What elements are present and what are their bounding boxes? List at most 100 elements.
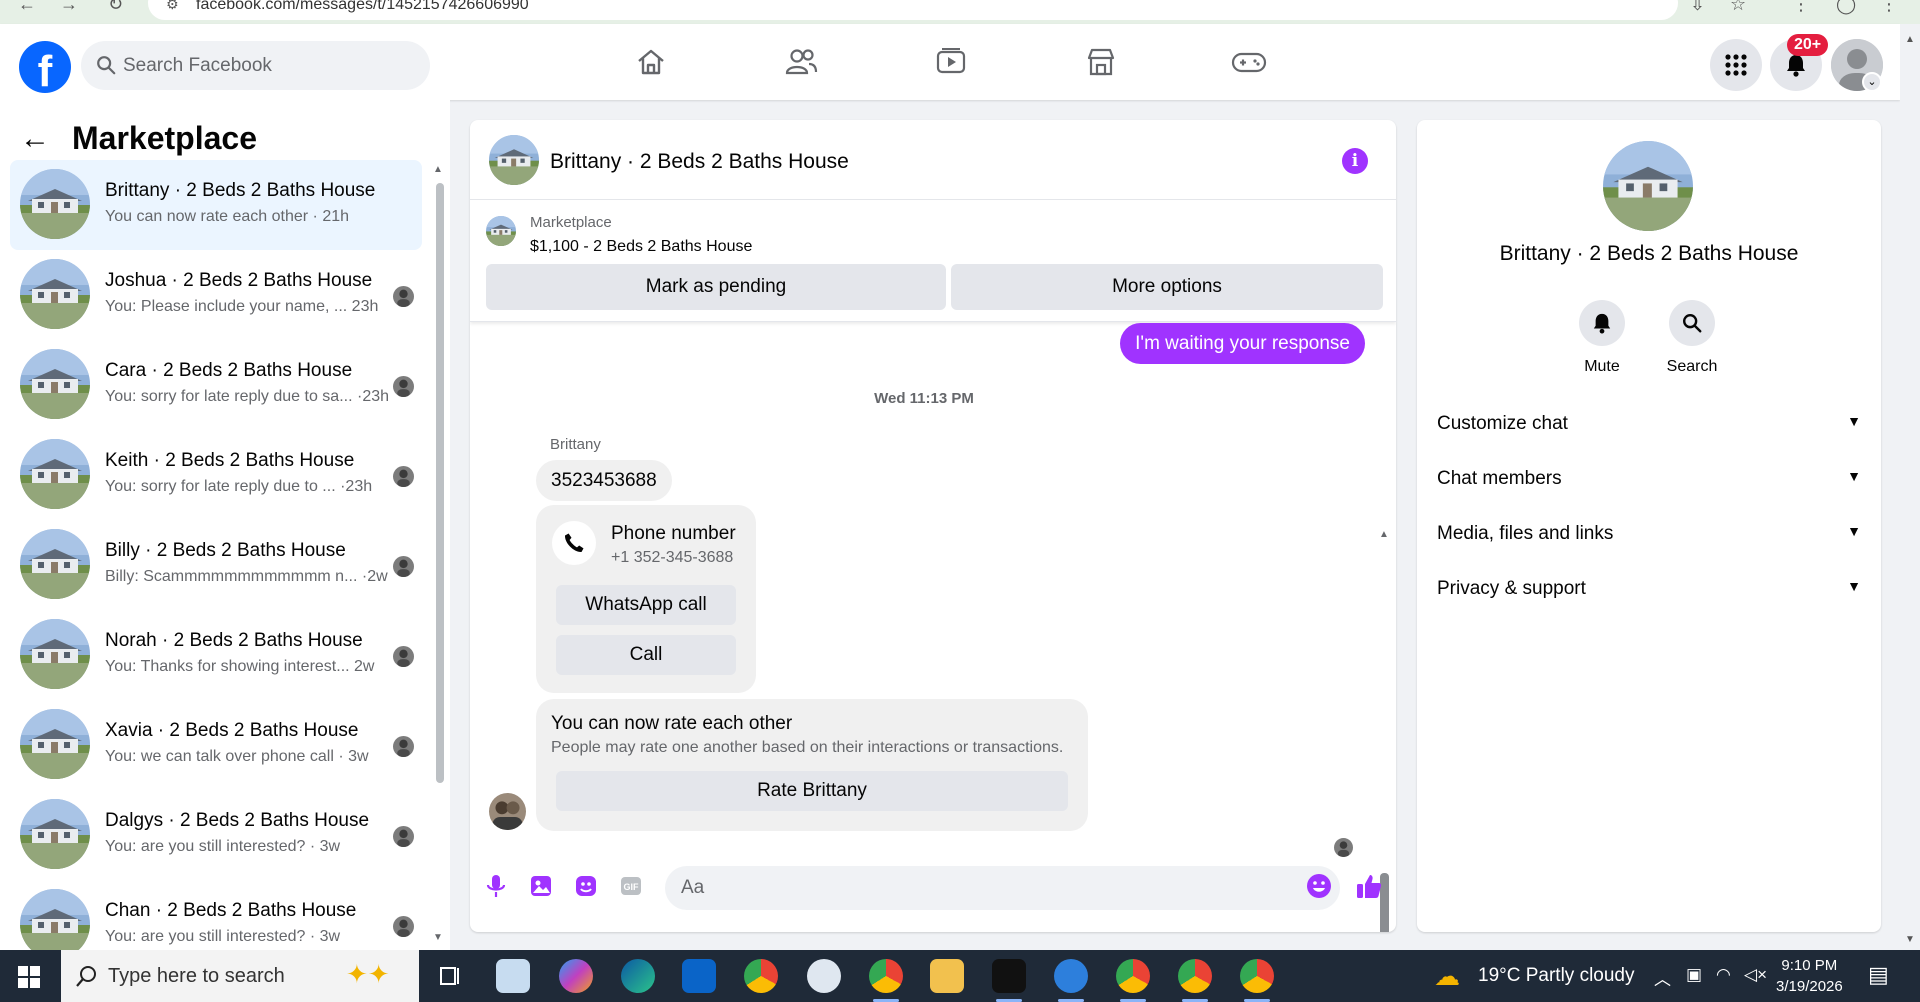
listing-price-title[interactable]: $1,100 - 2 Beds 2 Baths House xyxy=(530,238,752,256)
network-icon[interactable]: ◠ xyxy=(1716,965,1731,985)
info-icon[interactable]: i xyxy=(1342,148,1368,174)
taskbar-search[interactable]: ✦✦ xyxy=(61,950,419,1002)
marketplace-icon[interactable] xyxy=(1078,42,1124,82)
mute-button[interactable]: Mute xyxy=(1567,300,1637,376)
conversation-item[interactable]: Cara · 2 Beds 2 Baths House You: sorry fo… xyxy=(10,340,422,430)
sender-avatar[interactable] xyxy=(489,793,526,830)
page-scroll-down-arrow[interactable]: ▼ xyxy=(1905,934,1915,945)
page-scroll-up-arrow[interactable]: ▲ xyxy=(1905,34,1915,45)
weather-text[interactable]: 19°C Partly cloudy xyxy=(1478,965,1635,987)
sticky-notes-app-icon[interactable] xyxy=(992,959,1026,1002)
customize-chat-section[interactable]: Customize chat ▼ xyxy=(1437,403,1861,443)
sender-name: Brittany xyxy=(550,436,601,453)
tray-chevron-up-icon[interactable]: ︿ xyxy=(1654,965,1671,990)
sticker-icon[interactable] xyxy=(572,872,600,900)
conversation-title: Chan · 2 Beds 2 Baths House xyxy=(105,900,357,921)
conversation-item[interactable]: Norah · 2 Beds 2 Baths House You: Thanks … xyxy=(10,610,422,700)
search-input[interactable] xyxy=(123,41,413,90)
conversation-title: Xavia · 2 Beds 2 Baths House xyxy=(105,720,359,741)
edge-app-icon[interactable] xyxy=(621,959,655,993)
conversation-preview: You: are you still interested? · 3w xyxy=(105,838,341,855)
listing-thumbnail xyxy=(20,259,90,329)
device-icon[interactable]: ▣ xyxy=(1686,965,1702,985)
listing-thumbnail[interactable] xyxy=(486,216,516,246)
scroll-down-arrow[interactable]: ▼ xyxy=(433,932,443,943)
conversation-item[interactable]: Dalgys · 2 Beds 2 Baths House You: are yo… xyxy=(10,790,422,880)
taskbar-clock[interactable]: 9:10 PM 3/19/2026 xyxy=(1776,955,1843,997)
menu-grid-button[interactable] xyxy=(1710,39,1762,91)
chrome-app-icon[interactable] xyxy=(744,959,778,993)
extensions-icon[interactable]: ⋮ xyxy=(1792,0,1810,15)
chevron-down-icon: ▼ xyxy=(1847,578,1861,594)
conversation-item[interactable]: Xavia · 2 Beds 2 Baths House You: we can … xyxy=(10,700,422,790)
facebook-logo[interactable]: f xyxy=(19,41,71,93)
media-files-links-section[interactable]: Media, files and links ▼ xyxy=(1437,513,1861,553)
conversation-preview: You: we can talk over phone call · 3w xyxy=(105,748,369,765)
chrome-profile-app-icon[interactable] xyxy=(869,959,903,1002)
rate-brittany-button[interactable]: Rate Brittany xyxy=(556,771,1068,811)
thumbs-up-icon[interactable] xyxy=(1355,872,1383,900)
listing-thumbnail xyxy=(20,889,90,959)
emoji-icon[interactable] xyxy=(1305,872,1333,900)
browser-app-icon[interactable] xyxy=(1054,959,1088,1002)
chat-listing-thumbnail[interactable] xyxy=(489,135,539,185)
photo-icon[interactable] xyxy=(527,872,555,900)
windows-start-icon[interactable] xyxy=(18,966,40,988)
friends-icon[interactable] xyxy=(778,42,824,82)
chat-members-section[interactable]: Chat members ▼ xyxy=(1437,458,1861,498)
url-text[interactable]: facebook.com/messages/t/1452157426606990 xyxy=(196,0,529,14)
back-arrow-icon[interactable]: ← xyxy=(18,0,36,15)
home-icon[interactable] xyxy=(628,42,674,82)
chrome-window-icon[interactable] xyxy=(1240,959,1274,1002)
copilot-sparkle-icon[interactable]: ✦✦ xyxy=(346,959,390,990)
gif-icon[interactable]: GIF xyxy=(617,872,645,900)
chat-title[interactable]: Brittany · 2 Beds 2 Baths House xyxy=(550,150,849,174)
notification-center-icon[interactable]: ▤ xyxy=(1868,962,1889,988)
conversation-item[interactable]: Billy · 2 Beds 2 Baths House Billy: Scamm… xyxy=(10,520,422,610)
task-view-icon[interactable] xyxy=(433,959,467,993)
chrome-window-icon[interactable] xyxy=(1116,959,1150,1002)
file-explorer-app-icon[interactable] xyxy=(930,959,964,993)
snipping-tool-app-icon[interactable] xyxy=(807,959,841,993)
info-listing-photo[interactable] xyxy=(1603,141,1693,231)
gaming-icon[interactable] xyxy=(1226,42,1272,82)
call-button[interactable]: Call xyxy=(556,635,736,675)
mark-as-pending-button[interactable]: Mark as pending xyxy=(486,264,946,310)
privacy-support-section[interactable]: Privacy & support ▼ xyxy=(1437,568,1861,608)
taskbar-search-input[interactable] xyxy=(108,950,348,1002)
bookmark-star-icon[interactable]: ☆ xyxy=(1730,0,1746,15)
volume-muted-icon[interactable]: ◁× xyxy=(1744,965,1767,985)
sent-message-bubble[interactable]: I'm waiting your response xyxy=(1120,323,1365,364)
facebook-top-bar: f 20+ ⌄ xyxy=(0,24,1900,100)
whatsapp-call-button[interactable]: WhatsApp call xyxy=(556,585,736,625)
watch-video-icon[interactable] xyxy=(928,42,974,82)
site-info-icon[interactable]: ⚙ xyxy=(166,0,179,13)
back-arrow-icon[interactable]: ← xyxy=(20,123,50,154)
listing-thumbnail xyxy=(20,169,90,239)
copilot-app-icon[interactable] xyxy=(559,959,593,993)
conversation-item[interactable]: Joshua · 2 Beds 2 Baths House You: Please… xyxy=(10,250,422,340)
outlook-app-icon[interactable] xyxy=(682,959,716,993)
chat-scroll-up-arrow[interactable]: ▲ xyxy=(1379,529,1389,540)
install-icon[interactable]: ⇩ xyxy=(1690,0,1705,15)
profile-icon[interactable]: ◯ xyxy=(1836,0,1856,15)
conversation-preview: You: are you still interested? · 3w xyxy=(105,928,341,945)
conversation-item[interactable]: Brittany · 2 Beds 2 Baths House You can n… xyxy=(10,160,422,250)
reload-icon[interactable]: ↻ xyxy=(108,0,123,15)
account-chevron-down-icon[interactable]: ⌄ xyxy=(1862,72,1882,92)
message-input[interactable] xyxy=(665,866,1340,910)
marketplace-listing-bar: Marketplace $1,100 - 2 Beds 2 Baths Hous… xyxy=(470,200,1396,322)
forward-arrow-icon[interactable]: → xyxy=(60,0,78,15)
scroll-up-arrow[interactable]: ▲ xyxy=(433,164,443,175)
received-message-bubble[interactable]: 3523453688 xyxy=(536,460,672,501)
browser-menu-icon[interactable]: ⋮ xyxy=(1880,0,1898,15)
page-scrollbar[interactable]: ▲ ▼ xyxy=(1900,24,1920,950)
conversation-item[interactable]: Keith · 2 Beds 2 Baths House You: sorry f… xyxy=(10,430,422,520)
chrome-window-icon[interactable] xyxy=(1178,959,1212,1002)
sidebar-scrollbar[interactable] xyxy=(436,183,444,783)
more-options-button[interactable]: More options xyxy=(951,264,1383,310)
search-in-chat-button[interactable]: Search xyxy=(1657,300,1727,376)
microphone-icon[interactable] xyxy=(482,872,510,900)
notepad-app-icon[interactable] xyxy=(496,959,530,993)
facebook-search[interactable] xyxy=(81,41,430,90)
